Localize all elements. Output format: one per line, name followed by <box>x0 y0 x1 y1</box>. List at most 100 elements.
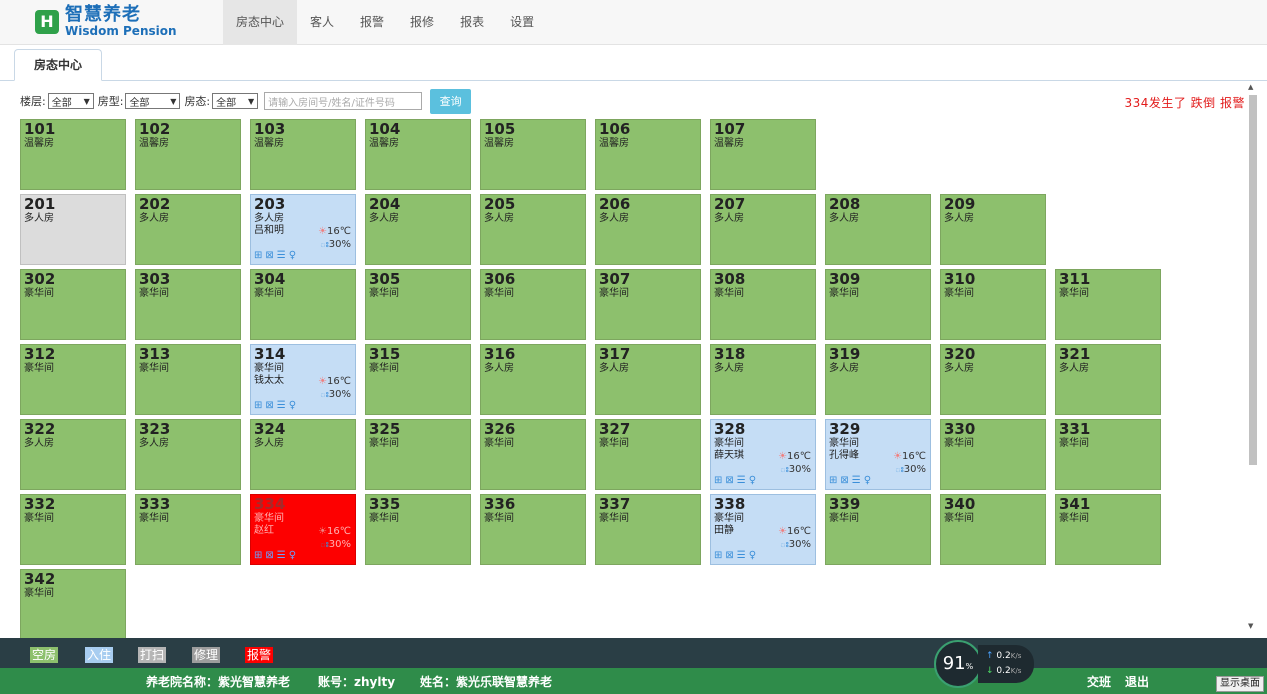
room-tile-313[interactable]: 313 豪华间 <box>135 344 241 415</box>
light-bulb-icon[interactable]: ♀ <box>289 551 296 561</box>
room-tile-331[interactable]: 331 豪华间 <box>1055 419 1161 490</box>
curtain-icon[interactable]: ⊠ <box>265 251 273 261</box>
room-tile-330[interactable]: 330 豪华间 <box>940 419 1046 490</box>
room-tile-203[interactable]: 203 多人房 吕和明 ☀16℃ః30% ⊞ ⊠ ☰ ♀ <box>250 194 356 265</box>
room-tile-102[interactable]: 102 温馨房 <box>135 119 241 190</box>
room-tile-106[interactable]: 106 温馨房 <box>595 119 701 190</box>
window-icon[interactable]: ⊞ <box>714 476 722 486</box>
alarm-notice[interactable]: 334发生了 跌倒 报警 <box>1124 94 1245 111</box>
room-tile-339[interactable]: 339 豪华间 <box>825 494 931 565</box>
window-icon[interactable]: ⊞ <box>254 251 262 261</box>
room-tile-321[interactable]: 321 多人房 <box>1055 344 1161 415</box>
light-bulb-icon[interactable]: ♀ <box>864 476 871 486</box>
room-tile-341[interactable]: 341 豪华间 <box>1055 494 1161 565</box>
window-icon[interactable]: ⊞ <box>254 401 262 411</box>
curtain-icon[interactable]: ⊠ <box>265 401 273 411</box>
room-tile-322[interactable]: 322 多人房 <box>20 419 126 490</box>
bed-icon[interactable]: ☰ <box>277 401 286 411</box>
room-tile-332[interactable]: 332 豪华间 <box>20 494 126 565</box>
room-tile-336[interactable]: 336 豪华间 <box>480 494 586 565</box>
light-bulb-icon[interactable]: ♀ <box>749 551 756 561</box>
room-tile-317[interactable]: 317 多人房 <box>595 344 701 415</box>
bed-icon[interactable]: ☰ <box>852 476 861 486</box>
room-tile-329[interactable]: 329 豪华间 孔得峰 ☀16℃ః30% ⊞ ⊠ ☰ ♀ <box>825 419 931 490</box>
room-tile-305[interactable]: 305 豪华间 <box>365 269 471 340</box>
room-type-select[interactable]: 全部 ▼ <box>125 93 181 109</box>
nav-repairs[interactable]: 报修 <box>397 0 447 45</box>
room-tile-315[interactable]: 315 豪华间 <box>365 344 471 415</box>
light-bulb-icon[interactable]: ♀ <box>289 251 296 261</box>
room-tile-209[interactable]: 209 多人房 <box>940 194 1046 265</box>
bed-icon[interactable]: ☰ <box>277 551 286 561</box>
room-tile-208[interactable]: 208 多人房 <box>825 194 931 265</box>
room-tile-316[interactable]: 316 多人房 <box>480 344 586 415</box>
room-tile-327[interactable]: 327 豪华间 <box>595 419 701 490</box>
app-logo[interactable]: H 智慧养老 Wisdom Pension <box>35 6 177 37</box>
room-tile-304[interactable]: 304 豪华间 <box>250 269 356 340</box>
curtain-icon[interactable]: ⊠ <box>840 476 848 486</box>
handover-link[interactable]: 交班 <box>1087 673 1111 690</box>
query-button[interactable]: 查询 <box>430 88 472 114</box>
search-input[interactable]: 请输入房间号/姓名/证件号码 <box>264 92 423 110</box>
room-tile-325[interactable]: 325 豪华间 <box>365 419 471 490</box>
room-tile-205[interactable]: 205 多人房 <box>480 194 586 265</box>
show-desktop-button[interactable]: 显示桌面 <box>1216 676 1264 692</box>
room-tile-340[interactable]: 340 豪华间 <box>940 494 1046 565</box>
room-tile-309[interactable]: 309 豪华间 <box>825 269 931 340</box>
floor-select[interactable]: 全部 ▼ <box>47 93 94 109</box>
network-widget[interactable]: 91% ↑ 0.2K/s ↓ 0.2K/s <box>934 640 1034 690</box>
room-tile-324[interactable]: 324 多人房 <box>250 419 356 490</box>
room-tile-101[interactable]: 101 温馨房 <box>20 119 126 190</box>
room-tile-105[interactable]: 105 温馨房 <box>480 119 586 190</box>
window-icon[interactable]: ⊞ <box>254 551 262 561</box>
curtain-icon[interactable]: ⊠ <box>265 551 273 561</box>
curtain-icon[interactable]: ⊠ <box>725 551 733 561</box>
nav-settings[interactable]: 设置 <box>497 0 547 45</box>
room-state-select[interactable]: 全部 ▼ <box>212 93 259 109</box>
room-tile-303[interactable]: 303 豪华间 <box>135 269 241 340</box>
room-tile-334[interactable]: 334 豪华间 赵红 ☀16℃ః30% ⊞ ⊠ ☰ ♀ <box>250 494 356 565</box>
nav-guests[interactable]: 客人 <box>297 0 347 45</box>
scroll-down-icon[interactable]: ▼ <box>1248 622 1253 630</box>
room-tile-338[interactable]: 338 豪华间 田静 ☀16℃ః30% ⊞ ⊠ ☰ ♀ <box>710 494 816 565</box>
room-tile-103[interactable]: 103 温馨房 <box>250 119 356 190</box>
room-tile-107[interactable]: 107 温馨房 <box>710 119 816 190</box>
room-tile-310[interactable]: 310 豪华间 <box>940 269 1046 340</box>
bed-icon[interactable]: ☰ <box>277 251 286 261</box>
room-tile-323[interactable]: 323 多人房 <box>135 419 241 490</box>
room-tile-306[interactable]: 306 豪华间 <box>480 269 586 340</box>
room-tile-319[interactable]: 319 多人房 <box>825 344 931 415</box>
logout-link[interactable]: 退出 <box>1125 673 1149 690</box>
room-tile-202[interactable]: 202 多人房 <box>135 194 241 265</box>
room-tile-333[interactable]: 333 豪华间 <box>135 494 241 565</box>
room-tile-206[interactable]: 206 多人房 <box>595 194 701 265</box>
light-bulb-icon[interactable]: ♀ <box>289 401 296 411</box>
room-tile-326[interactable]: 326 豪华间 <box>480 419 586 490</box>
room-tile-337[interactable]: 337 豪华间 <box>595 494 701 565</box>
tab-room-center[interactable]: 房态中心 <box>14 49 102 81</box>
room-tile-311[interactable]: 311 豪华间 <box>1055 269 1161 340</box>
room-tile-328[interactable]: 328 豪华间 薛天琪 ☀16℃ః30% ⊞ ⊠ ☰ ♀ <box>710 419 816 490</box>
curtain-icon[interactable]: ⊠ <box>725 476 733 486</box>
room-tile-104[interactable]: 104 温馨房 <box>365 119 471 190</box>
nav-alarms[interactable]: 报警 <box>347 0 397 45</box>
room-tile-320[interactable]: 320 多人房 <box>940 344 1046 415</box>
bed-icon[interactable]: ☰ <box>737 476 746 486</box>
bed-icon[interactable]: ☰ <box>737 551 746 561</box>
room-tile-342[interactable]: 342 豪华间 <box>20 569 126 640</box>
nav-room-center[interactable]: 房态中心 <box>223 0 298 45</box>
window-icon[interactable]: ⊞ <box>714 551 722 561</box>
scrollbar-thumb[interactable] <box>1249 95 1257 465</box>
light-bulb-icon[interactable]: ♀ <box>749 476 756 486</box>
room-tile-201[interactable]: 201 多人房 <box>20 194 126 265</box>
scroll-up-icon[interactable]: ▲ <box>1248 83 1253 91</box>
room-tile-318[interactable]: 318 多人房 <box>710 344 816 415</box>
room-tile-204[interactable]: 204 多人房 <box>365 194 471 265</box>
room-tile-302[interactable]: 302 豪华间 <box>20 269 126 340</box>
window-icon[interactable]: ⊞ <box>829 476 837 486</box>
nav-reports[interactable]: 报表 <box>447 0 497 45</box>
room-tile-308[interactable]: 308 豪华间 <box>710 269 816 340</box>
room-tile-312[interactable]: 312 豪华间 <box>20 344 126 415</box>
room-tile-307[interactable]: 307 豪华间 <box>595 269 701 340</box>
room-tile-314[interactable]: 314 豪华间 钱太太 ☀16℃ః30% ⊞ ⊠ ☰ ♀ <box>250 344 356 415</box>
